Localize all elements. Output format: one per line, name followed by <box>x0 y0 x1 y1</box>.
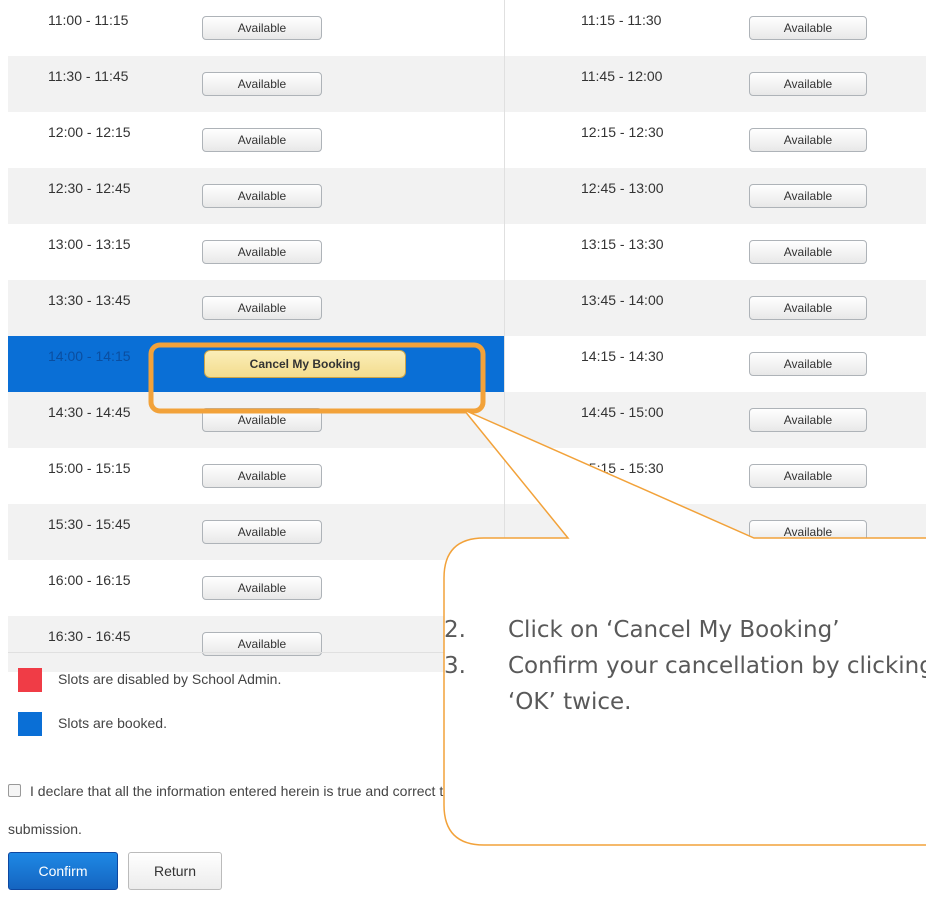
available-button[interactable]: Available <box>202 464 322 488</box>
available-button[interactable]: Available <box>749 464 867 488</box>
callout-step-2-number: 2. <box>444 617 466 643</box>
slot-row: 12:00 - 12:15 Available <box>8 112 504 168</box>
slot-row: 14:30 - 14:45 Available <box>8 392 504 448</box>
available-button[interactable]: Available <box>202 128 322 152</box>
available-button[interactable]: Available <box>749 296 867 320</box>
slot-time: 13:45 - 14:00 <box>581 292 664 308</box>
slot-table: 11:00 - 11:15 Available 11:30 - 11:45 Avail… <box>0 0 926 672</box>
slot-time: 11:00 - 11:15 <box>48 12 129 28</box>
slot-time: 12:00 - 12:15 <box>48 124 131 140</box>
available-button[interactable]: Available <box>202 296 322 320</box>
callout-step-3-number: 3. <box>444 653 466 679</box>
slot-time: 14:30 - 14:45 <box>48 404 131 420</box>
slot-time: 13:15 - 13:30 <box>581 236 664 252</box>
slot-time: 14:00 - 14:15 <box>48 348 131 364</box>
slot-row: 15:30 - 15:45 Available <box>8 504 504 560</box>
available-button[interactable]: Available <box>749 520 867 544</box>
slot-time: 12:30 - 12:45 <box>48 180 131 196</box>
slot-row: 15:45 - 16:00 Available <box>505 504 926 560</box>
available-button[interactable]: Available <box>202 16 322 40</box>
declaration-text: I declare that all the information enter… <box>30 783 920 799</box>
slot-row: 14:45 - 15:00 Available <box>505 392 926 448</box>
slot-row: 16:00 - 16:15 Available <box>8 560 504 616</box>
available-button[interactable]: Available <box>202 240 322 264</box>
available-button[interactable]: Available <box>749 184 867 208</box>
available-button[interactable]: Available <box>749 240 867 264</box>
slot-time: 11:45 - 12:00 <box>581 68 663 84</box>
booked-swatch <box>18 712 42 736</box>
slot-row: 13:15 - 13:30 Available <box>505 224 926 280</box>
slot-time: 15:00 - 15:15 <box>48 460 131 476</box>
callout-step-3-text: Confirm your cancellation by clicking <box>508 653 926 679</box>
available-button[interactable]: Available <box>749 16 867 40</box>
confirm-button[interactable]: Confirm <box>8 852 118 890</box>
declaration-text-continued: submission. <box>8 821 82 837</box>
slot-time: 11:15 - 11:30 <box>581 12 662 28</box>
available-button[interactable]: Available <box>202 520 322 544</box>
slot-row: 11:15 - 11:30 Available <box>505 0 926 56</box>
slot-row: 13:30 - 13:45 Available <box>8 280 504 336</box>
callout-step-3: 3. Confirm your cancellation by clicking <box>444 648 926 684</box>
available-button[interactable]: Available <box>749 128 867 152</box>
slot-time: 15:15 - 15:30 <box>581 460 664 476</box>
declaration-checkbox[interactable] <box>8 784 21 797</box>
callout-instructions: 2. Click on ‘Cancel My Booking’ 3. Confi… <box>444 612 926 720</box>
cancel-booking-button[interactable]: Cancel My Booking <box>204 350 406 378</box>
legend-booked-label: Slots are booked. <box>58 715 167 731</box>
available-button[interactable]: Available <box>202 408 322 432</box>
slot-time: 15:45 - 16:00 <box>581 516 664 532</box>
legend-disabled-label: Slots are disabled by School Admin. <box>58 671 282 687</box>
slot-time: 11:30 - 11:45 <box>48 68 129 84</box>
slot-time: 14:15 - 14:30 <box>581 348 664 364</box>
available-button[interactable]: Available <box>202 576 322 600</box>
callout-step-2-text: Click on ‘Cancel My Booking’ <box>508 617 840 643</box>
available-button[interactable]: Available <box>749 352 867 376</box>
slot-time: 15:30 - 15:45 <box>48 516 131 532</box>
callout-step-3-continued: ‘OK’ twice. <box>444 684 926 720</box>
return-button[interactable]: Return <box>128 852 222 890</box>
slot-row: 15:15 - 15:30 Available <box>505 448 926 504</box>
disabled-swatch <box>18 668 42 692</box>
available-button[interactable]: Available <box>202 72 322 96</box>
slot-row: 11:30 - 11:45 Available <box>8 56 504 112</box>
slot-row: 12:15 - 12:30 Available <box>505 112 926 168</box>
slot-row: 15:00 - 15:15 Available <box>8 448 504 504</box>
slot-row: 11:45 - 12:00 Available <box>505 56 926 112</box>
available-button[interactable]: Available <box>202 184 322 208</box>
booked-slot-row: 14:00 - 14:15 Cancel My Booking <box>8 336 504 392</box>
callout-step-3-text-continued: ‘OK’ twice. <box>508 689 632 715</box>
callout-step-2: 2. Click on ‘Cancel My Booking’ <box>444 612 926 648</box>
slot-row: 13:00 - 13:15 Available <box>8 224 504 280</box>
slot-time: 13:00 - 13:15 <box>48 236 131 252</box>
available-button[interactable]: Available <box>749 72 867 96</box>
slot-time: 16:30 - 16:45 <box>48 628 131 644</box>
slot-row: 12:30 - 12:45 Available <box>8 168 504 224</box>
slot-row: 13:45 - 14:00 Available <box>505 280 926 336</box>
slot-time: 14:45 - 15:00 <box>581 404 664 420</box>
slot-row: 16:30 - 16:45 Available <box>8 616 504 672</box>
slot-row: 12:45 - 13:00 Available <box>505 168 926 224</box>
slot-time: 12:15 - 12:30 <box>581 124 664 140</box>
slot-time: 16:00 - 16:15 <box>48 572 131 588</box>
slot-time: 12:45 - 13:00 <box>581 180 664 196</box>
available-button[interactable]: Available <box>749 408 867 432</box>
slot-row: 14:15 - 14:30 Available <box>505 336 926 392</box>
slot-row: 11:00 - 11:15 Available <box>8 0 504 56</box>
slot-time: 13:30 - 13:45 <box>48 292 131 308</box>
